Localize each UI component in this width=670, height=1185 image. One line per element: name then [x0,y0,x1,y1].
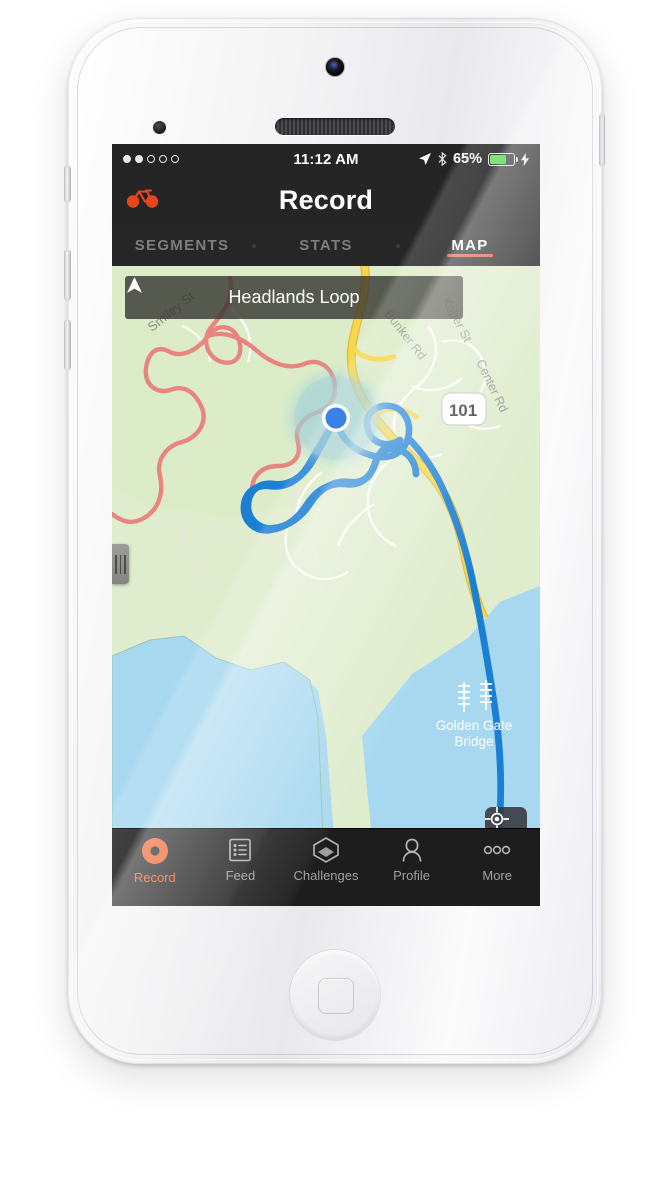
battery-percent-label: 65% [452,151,482,167]
tab-bar-label-more: More [482,868,512,883]
route-banner[interactable]: Headlands Loop [125,276,463,319]
person-icon [402,838,421,862]
power-button[interactable] [599,114,605,166]
hexagon-icon [313,837,339,863]
map-label-golden-gate: Golden Gate [436,718,513,733]
tab-bar-label-profile: Profile [393,868,430,883]
gps-dot [325,407,347,429]
earpiece-speaker [275,118,395,135]
list-icon [229,838,252,862]
tab-bar-label-feed: Feed [225,868,256,883]
active-tab-underline [447,253,493,257]
phone-screen: 11:12 AM 65% Record SEGMENTS STATS MAP B… [112,144,540,906]
tab-bar-label-challenges: Challenges [293,868,359,883]
mute-switch[interactable] [64,166,71,202]
bicycle-icon[interactable] [126,187,160,214]
record-dot-icon [141,838,168,864]
route-banner-label: Headlands Loop [228,287,360,307]
volume-up-button[interactable] [64,250,71,300]
tab-bar-item-record[interactable]: Record [112,836,198,885]
home-button-square [318,978,354,1014]
ellipsis-icon [483,845,511,855]
highway-shield-number: 101 [449,401,477,420]
home-button[interactable] [290,950,380,1040]
tab-bar-item-profile[interactable]: Profile [369,836,455,883]
tab-stats[interactable]: STATS [256,237,396,255]
tab-bar-item-more[interactable]: More [454,836,540,883]
phone-device: 11:12 AM 65% Record SEGMENTS STATS MAP B… [64,18,605,1064]
tab-segments-label: SEGMENTS [134,237,230,254]
location-arrow-icon [418,153,431,165]
map-view[interactable]: Smiley St Bunker Rd Kober St Center Rd 1… [112,266,540,861]
status-bar: 11:12 AM 65% [112,144,540,174]
map-canvas: Smiley St Bunker Rd Kober St Center Rd 1… [112,266,540,861]
navigation-arrow-icon [127,277,142,293]
lightning-bolt-icon [521,152,529,166]
tab-bar-item-challenges[interactable]: Challenges [283,836,369,883]
tab-stats-label: STATS [299,237,353,254]
bottom-tab-bar: Record Feed Challenges Profile More [112,828,540,906]
page-title: Record [278,184,374,215]
tab-segments[interactable]: SEGMENTS [112,237,252,255]
map-label-bridge: Bridge [454,734,493,749]
battery-icon [488,152,518,166]
tab-bar-label-record: Record [133,870,176,885]
tab-bar-item-feed[interactable]: Feed [198,836,284,883]
navigation-bar: Record [112,174,540,226]
drawer-handle-icon[interactable] [112,544,129,584]
proximity-sensor [153,121,166,134]
segmented-tab-bar: SEGMENTS STATS MAP [112,226,540,266]
tab-map-label: MAP [451,237,489,254]
tab-map[interactable]: MAP [400,237,540,257]
volume-down-button[interactable] [64,320,71,370]
bluetooth-icon [438,152,447,166]
front-camera [326,58,344,76]
